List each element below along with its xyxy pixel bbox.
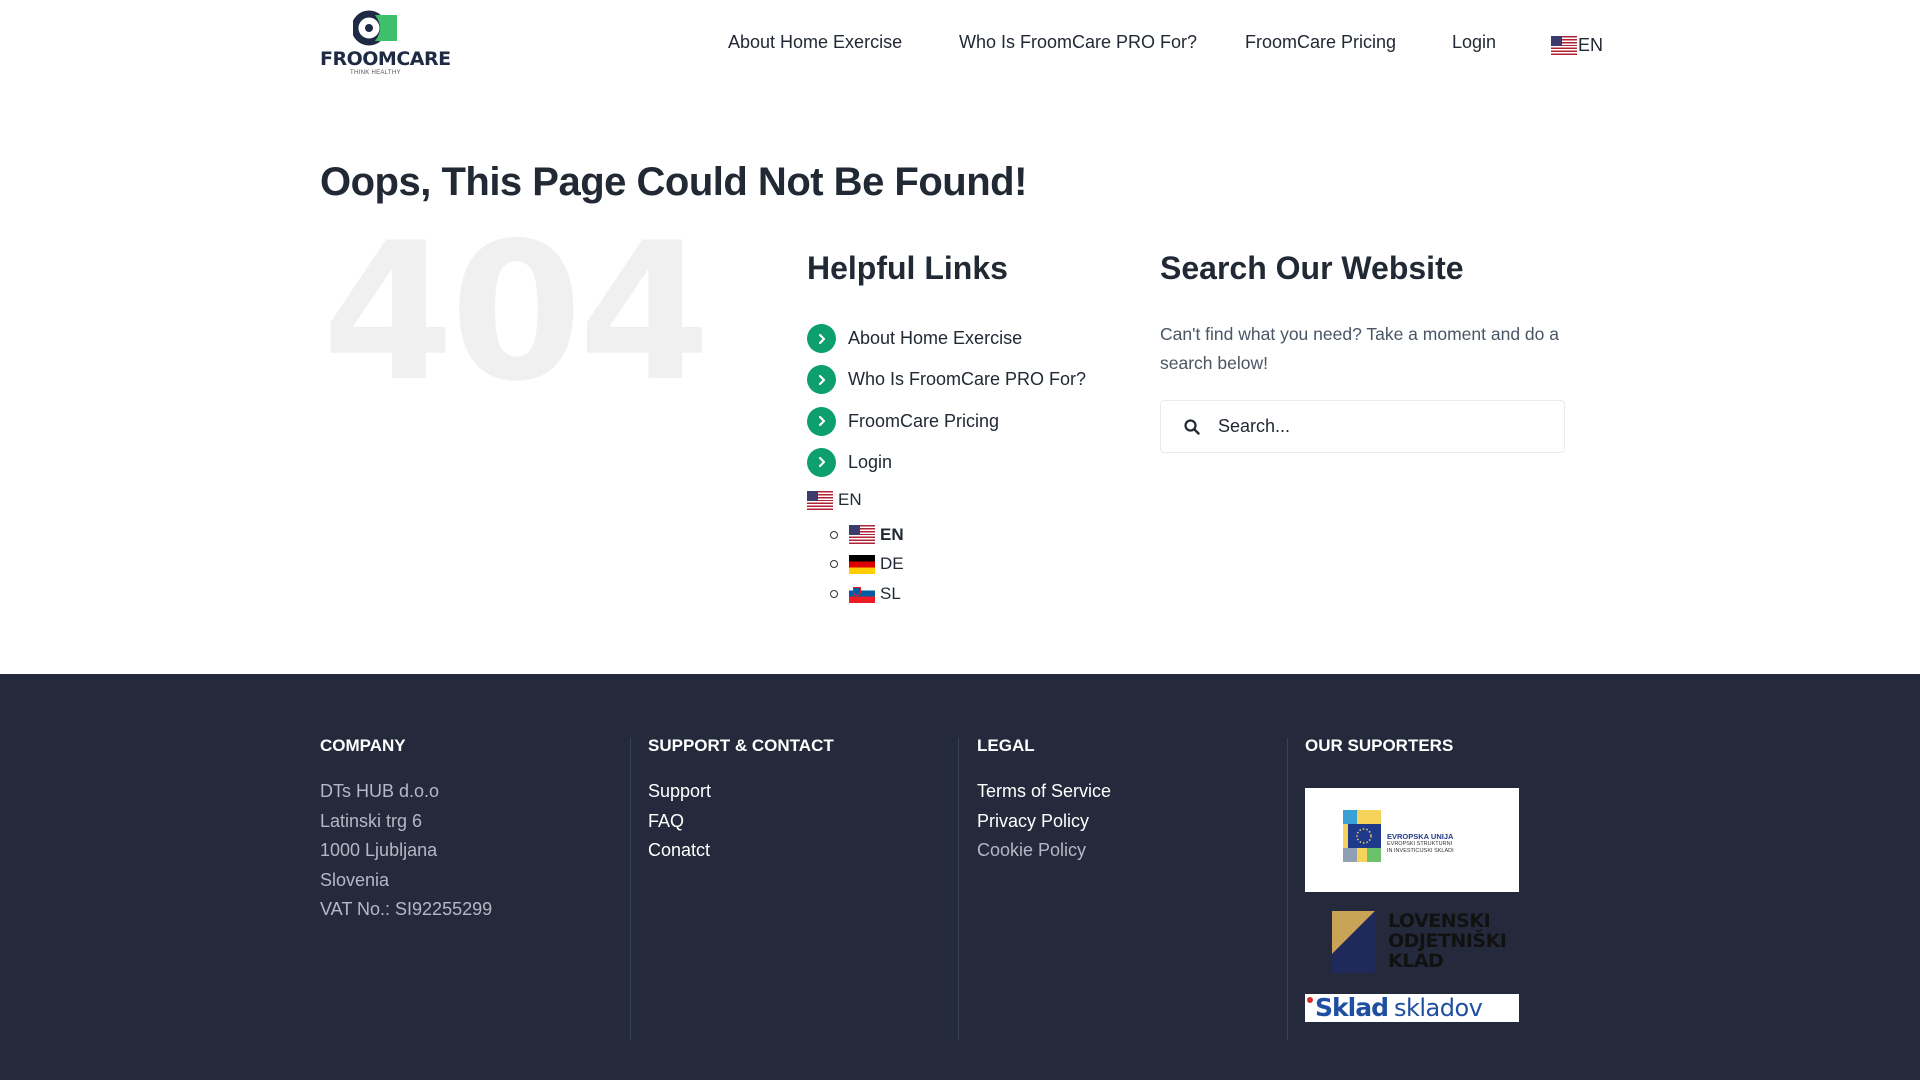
list-bullet: [830, 589, 838, 598]
us-flag-icon: [1551, 35, 1577, 55]
helpful-link-label: FroomCare Pricing: [848, 410, 1000, 431]
eu-subtitle-2: IN INVESTICIJSKI SKLADI: [1387, 848, 1454, 854]
helpful-link-login[interactable]: Login: [807, 447, 1107, 477]
logo-wordmark: FROOMCARE: [320, 48, 451, 70]
eu-title: EVROPSKA UNIJA: [1387, 832, 1454, 841]
language-option-sl[interactable]: SL: [830, 579, 904, 609]
footer-supporters-heading: OUR SUPORTERS: [1305, 736, 1454, 755]
search-box: [1160, 400, 1565, 453]
footer-link-terms[interactable]: Terms of Service: [977, 777, 1307, 807]
chevron-right-icon: [807, 406, 836, 436]
sl-flag-icon: [849, 584, 875, 604]
helpful-link-label: About Home Exercise: [848, 328, 1023, 348]
search-title: Search Our Website: [1160, 250, 1464, 286]
footer-legal-heading: LEGAL: [977, 736, 1035, 755]
nav-language-label: EN: [1578, 34, 1604, 55]
footer-support-heading: SUPPORT & CONTACT: [648, 736, 834, 755]
fund-logo-icon: [1332, 911, 1375, 973]
chevron-right-icon: [807, 447, 836, 477]
sklad-logo-bold: Sklad: [1315, 993, 1389, 1022]
eu-subtitle-1: EVROPSKI STRUKTURNI: [1387, 841, 1453, 847]
helpful-links-title: Helpful Links: [807, 250, 1008, 286]
footer-support: SUPPORT & CONTACT Support FAQ Conatct: [648, 736, 978, 1040]
language-option-label: SL: [880, 583, 901, 603]
fund-logo-text: LOVENSKI ODJETNIŠKI KLAD: [1388, 910, 1507, 972]
helpful-link-label: Who Is FroomCare PRO For?: [848, 369, 1087, 390]
helpful-link-about-home-exercise[interactable]: About Home Exercise: [807, 324, 1107, 353]
language-option-de[interactable]: DE: [830, 550, 904, 580]
company-street: Latinski trg 6: [320, 810, 423, 831]
company-vat: VAT No.: SI92255299: [320, 899, 493, 919]
company-name: DTs HUB d.o.o: [320, 781, 440, 801]
footer-company: COMPANY DTs HUB d.o.o Latinski trg 6 100…: [320, 736, 650, 1040]
us-flag-icon: [807, 490, 833, 510]
language-option-en[interactable]: EN: [830, 520, 904, 550]
us-flag-icon: [849, 525, 875, 545]
footer-divider: [958, 738, 959, 1040]
helpful-link-who-is-froomcare-pro-for[interactable]: Who Is FroomCare PRO For?: [807, 365, 1107, 395]
helpful-links-list: About Home Exercise Who Is FroomCare PRO…: [807, 324, 1107, 489]
logo-tagline: THINK HEALTHY: [350, 70, 401, 76]
eu-funds-logo[interactable]: EVROPSKA UNIJA EVROPSKI STRUKTURNI IN IN…: [1305, 788, 1519, 892]
helpful-link-label: Login: [848, 451, 893, 472]
nav-froomcare-pricing[interactable]: FroomCare Pricing: [1245, 32, 1396, 56]
helpful-link-froomcare-pricing[interactable]: FroomCare Pricing: [807, 406, 1107, 436]
sklad-logo-light: skladov: [1393, 994, 1483, 1022]
nav-login[interactable]: Login: [1452, 32, 1496, 56]
froomcare-logo-icon: [353, 10, 397, 46]
search-input[interactable]: [1218, 416, 1548, 437]
language-option-label: DE: [880, 554, 904, 574]
fund-line-2: ODJETNIŠKI: [1388, 930, 1507, 952]
footer-link-privacy[interactable]: Privacy Policy: [977, 807, 1307, 837]
fund-line-3: KLAD: [1388, 950, 1444, 972]
eu-flag-icon: [1343, 810, 1381, 862]
de-flag-icon: [849, 554, 875, 574]
chevron-right-icon: [807, 324, 836, 353]
nav-who-is-froomcare-pro-for[interactable]: Who Is FroomCare PRO For?: [959, 32, 1197, 56]
sklad-skladov-logo[interactable]: Sklad skladov: [1305, 994, 1519, 1022]
footer-supporters: OUR SUPORTERS EVROPSKA UNIJA EVROPSKI ST…: [1305, 736, 1605, 1040]
language-menu-current[interactable]: EN: [807, 490, 862, 510]
footer-link-cookie[interactable]: Cookie Policy: [977, 836, 1307, 866]
site-header: FROOMCARE THINK HEALTHY About Home Exerc…: [0, 0, 1920, 90]
footer-legal: LEGAL Terms of Service Privacy Policy Co…: [977, 736, 1307, 1040]
language-current-label: EN: [838, 490, 862, 509]
footer-divider: [1287, 738, 1288, 1040]
search-description: Can't find what you need? Take a moment …: [1160, 324, 1559, 373]
nav-language-switcher[interactable]: EN: [1551, 33, 1603, 57]
footer-link-support[interactable]: Support: [648, 777, 978, 807]
error-code: 404: [322, 202, 711, 423]
chevron-right-icon: [807, 365, 836, 395]
language-list: EN DE SL: [830, 520, 904, 609]
fund-line-1: LOVENSKI: [1388, 910, 1491, 932]
nav-about-home-exercise[interactable]: About Home Exercise: [728, 32, 902, 56]
footer-link-contact[interactable]: Conatct: [648, 836, 978, 866]
language-option-label: EN: [880, 524, 904, 544]
site-footer: COMPANY DTs HUB d.o.o Latinski trg 6 100…: [0, 674, 1920, 1080]
footer-link-faq[interactable]: FAQ: [648, 807, 978, 837]
froomcare-logo[interactable]: FROOMCARE THINK HEALTHY: [320, 10, 451, 80]
list-bullet: [830, 560, 838, 569]
company-city: 1000 Ljubljana: [320, 840, 438, 860]
footer-company-heading: COMPANY: [320, 736, 406, 755]
page-title: Oops, This Page Could Not Be Found!: [320, 160, 1027, 204]
list-bullet: [830, 530, 838, 539]
company-country: Slovenia: [320, 869, 390, 890]
footer-divider: [630, 738, 631, 1040]
search-icon[interactable]: [1184, 418, 1200, 435]
eu-logo-text: EVROPSKA UNIJA EVROPSKI STRUKTURNI IN IN…: [1387, 832, 1454, 855]
slovenian-enterprise-fund-logo[interactable]: LOVENSKI ODJETNIŠKI KLAD: [1332, 911, 1522, 973]
red-dot-icon: [1307, 997, 1313, 1003]
